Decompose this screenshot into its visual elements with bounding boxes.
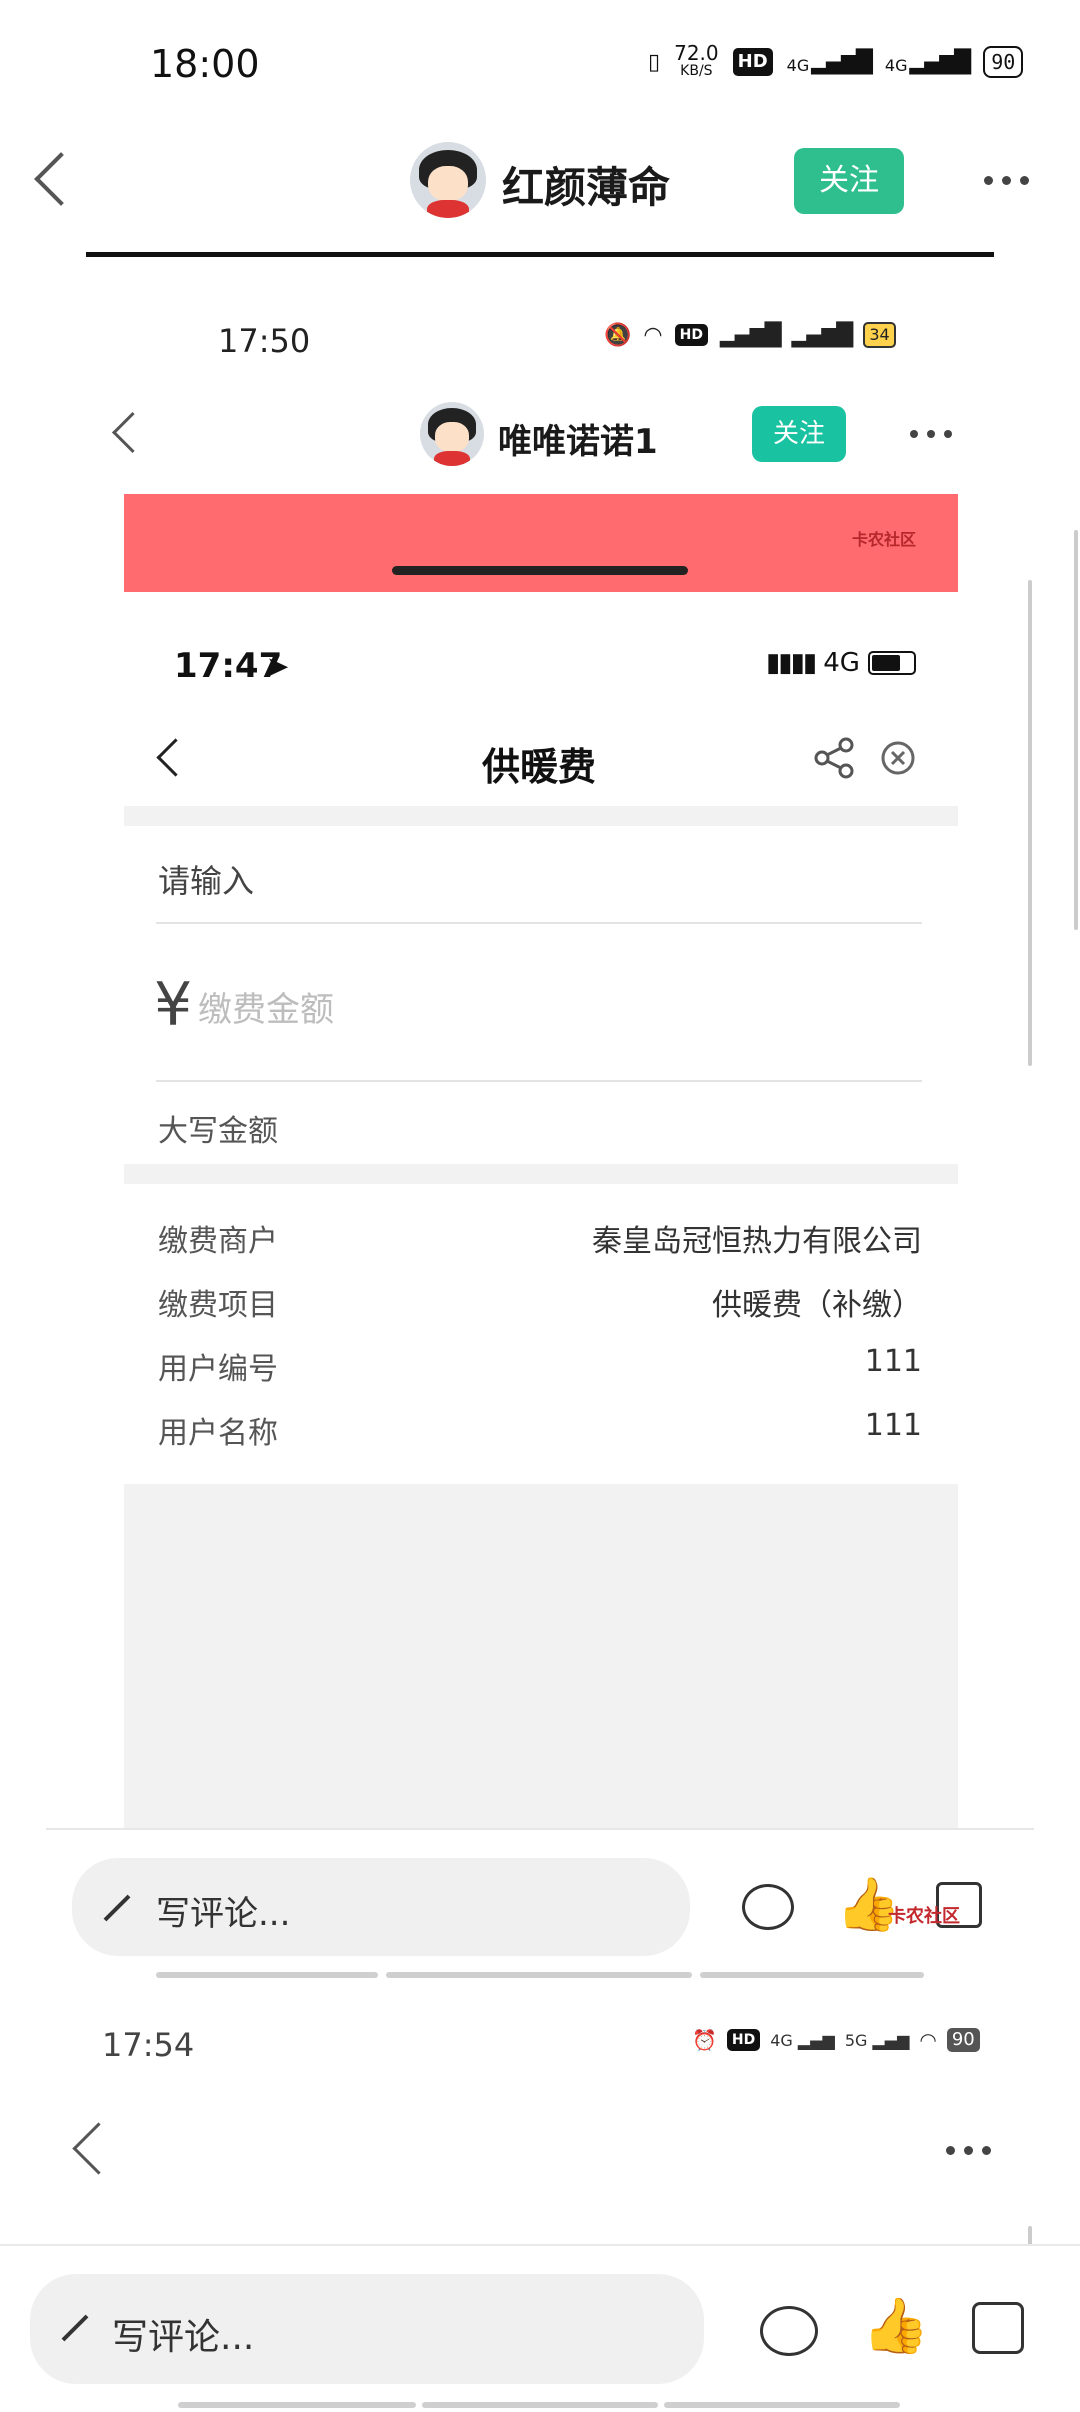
detail-row-label: 缴费商户: [158, 1224, 278, 1259]
location-arrow-icon: ➤: [266, 650, 290, 683]
signal-1: 4G ▂▄▆█: [786, 49, 873, 75]
like-icon[interactable]: 👍: [862, 2294, 929, 2358]
page-title-username: 红颜薄命: [502, 163, 671, 212]
hd-badge: HD: [732, 48, 773, 76]
net-speed-unit: KB/S: [680, 63, 713, 79]
inner2-page-title: 供暖费: [482, 745, 597, 789]
bottom-seg-2: [422, 2402, 658, 2408]
divider-1: [156, 922, 922, 924]
detail-row: 缴费项目 供暖费（补缴）: [158, 1280, 922, 1344]
outer-divider: [0, 2244, 1080, 2246]
status-icons: ▯ 72.0 KB/S HD 4G ▂▄▆█ 4G ▂▄▆█ 90: [648, 41, 1024, 80]
banner-home-indicator: [392, 566, 688, 575]
detail-row-label: 用户名称: [158, 1416, 278, 1451]
detail-row: 缴费商户 秦皇岛冠恒热力有限公司: [158, 1216, 922, 1280]
close-circle-icon: [880, 740, 916, 776]
inner-divider: [46, 1828, 1034, 1830]
detail-row-value: 秦皇岛冠恒热力有限公司: [592, 1224, 922, 1259]
mute-icon: 🔕: [604, 322, 632, 348]
inner2-status-right: ▮▮▮▮ 4G: [766, 648, 916, 678]
detail-row: 用户编号 111: [158, 1344, 922, 1408]
signal-2: 4G ▂▄▆█: [884, 49, 972, 75]
inner-watermark: 卡农社区: [888, 1906, 960, 1927]
inner3-status-icons: ⏰ HD 4G ▂▄▆ 5G ▂▄▆ ◠ 90: [692, 2028, 980, 2052]
scroll-seg-1: [156, 1972, 378, 1978]
detail-row-value: 111: [864, 1344, 922, 1379]
status-time: 18:00: [150, 42, 260, 86]
share-icon: [812, 736, 856, 780]
inner1-more-icon: [910, 430, 952, 438]
input-field: 请输入: [158, 862, 255, 900]
detail-row: 用户名称 111: [158, 1408, 922, 1472]
pink-banner: 卡农社区: [124, 494, 958, 592]
detail-row-value: 供暖费（补缴）: [712, 1288, 922, 1323]
signal-2-bars-icon: ▂▄▆█: [909, 49, 972, 75]
banner-watermark: 卡农社区: [851, 530, 916, 549]
amount-input: 缴费金额: [198, 990, 334, 1030]
avatar[interactable]: [410, 142, 486, 218]
inner-comment-icon: [742, 1884, 794, 1930]
battery-indicator: 90: [983, 46, 1024, 78]
inner1-status-time: 17:50: [218, 322, 311, 360]
inner2-back-icon: [156, 738, 195, 777]
inner3-signal-2: 5G ▂▄▆: [844, 2030, 910, 2050]
inner1-signal-2-icon: ▂▄▆█: [791, 322, 854, 348]
bottom-seg-3: [664, 2402, 900, 2408]
inner2-signal-icon: ▮▮▮▮: [766, 648, 817, 678]
inner3-more-icon: [946, 2146, 991, 2155]
scroll-seg-2: [386, 1972, 692, 1978]
uppercase-amount-label: 大写金额: [158, 1114, 278, 1149]
inner1-signal-1-icon: ▂▄▆█: [719, 322, 782, 348]
detail-row-value: 111: [864, 1408, 922, 1443]
inner2-battery-icon: [867, 651, 916, 675]
comment-placeholder[interactable]: 写评论...: [112, 2308, 254, 2360]
follow-button[interactable]: 关注: [794, 148, 904, 214]
empty-grey-area: [124, 1484, 958, 1830]
inner3-wifi-icon: ◠: [919, 2028, 937, 2052]
inner1-status-icons: 🔕 ◠ HD ▂▄▆█ ▂▄▆█ 34: [604, 322, 896, 348]
inner3-hd-badge: HD: [726, 2029, 761, 2051]
inner3-net1: 4G: [770, 2030, 793, 2050]
inner1-hd-badge: HD: [674, 324, 708, 346]
inner1-avatar: [420, 402, 484, 466]
alarm-icon: ⏰: [692, 2028, 717, 2052]
net-speed-value: 72.0: [674, 41, 719, 65]
section-gap-1: [124, 806, 958, 826]
signal-1-label: 4G: [786, 55, 810, 75]
inner3-net2: 5G: [844, 2030, 868, 2050]
scrollbar-top: [1074, 530, 1078, 930]
more-options-icon[interactable]: [984, 176, 1029, 185]
inner1-follow-button: 关注: [752, 406, 846, 462]
inner3-battery: 90: [946, 2028, 980, 2052]
inner-comment-placeholder: 写评论...: [156, 1894, 291, 1934]
currency-symbol: ¥: [154, 970, 193, 1040]
inner1-username: 唯唯诺诺1: [498, 422, 658, 462]
wifi-icon: ◠: [643, 322, 663, 348]
detail-row-label: 缴费项目: [158, 1288, 278, 1323]
bottom-seg-1: [178, 2402, 416, 2408]
header-divider: [86, 252, 994, 257]
signal-2-label: 4G: [884, 55, 908, 75]
inner1-battery: 34: [863, 322, 896, 348]
inner2-network: 4G: [823, 648, 860, 678]
net-speed: 72.0 KB/S: [674, 41, 719, 80]
scroll-seg-3: [700, 1972, 924, 1978]
inner3-status-time: 17:54: [102, 2026, 195, 2064]
scrollbar-mid: [1028, 580, 1032, 1066]
scrollbar-bottom: [1028, 2226, 1032, 2246]
inner3-back-icon: [72, 2122, 125, 2175]
back-icon[interactable]: [34, 152, 88, 206]
detail-rows: 缴费商户 秦皇岛冠恒热力有限公司 缴费项目 供暖费（补缴） 用户编号 111 用…: [158, 1216, 922, 1472]
inner1-back-icon: [111, 411, 154, 454]
section-gap-2: [124, 1164, 958, 1184]
divider-2: [156, 1080, 922, 1082]
detail-row-label: 用户编号: [158, 1352, 278, 1387]
vibrate-icon: ▯: [648, 49, 661, 75]
share-icon-outer[interactable]: [972, 2302, 1024, 2354]
comment-icon[interactable]: [760, 2306, 818, 2356]
signal-1-bars-icon: ▂▄▆█: [811, 49, 873, 75]
inner3-signal-1: 4G ▂▄▆: [770, 2030, 835, 2050]
